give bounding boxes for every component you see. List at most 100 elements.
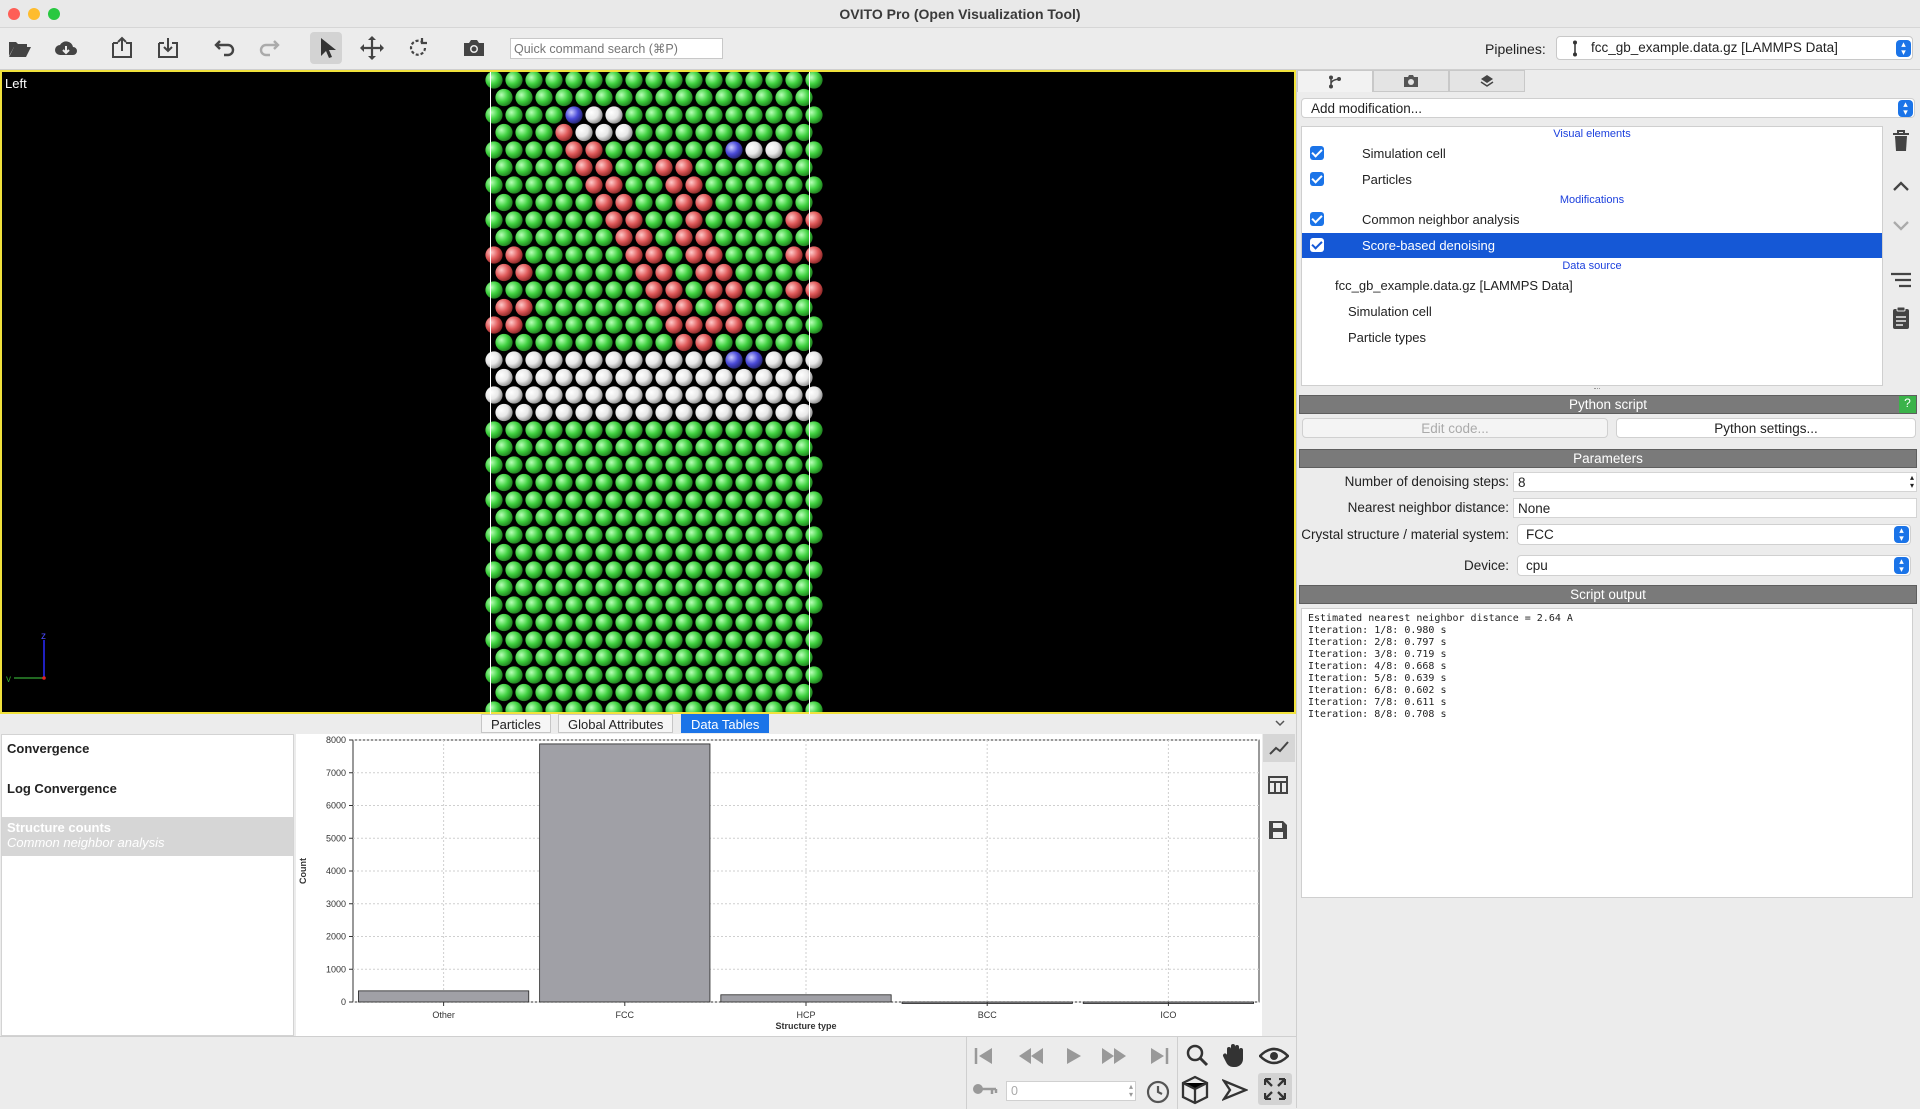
add-modification-label: Add modification... (1311, 101, 1423, 116)
y-tick-label: 4000 (326, 866, 346, 876)
x-tick-label: BCC (978, 1010, 998, 1020)
chevron-updown-icon: ▴ ▾ (1894, 526, 1909, 543)
add-modification-dropdown[interactable]: Add modification... ▴ ▾ (1301, 98, 1915, 118)
x-tick-label: FCC (616, 1010, 635, 1020)
open-file-button[interactable] (4, 32, 36, 64)
pipeline-item-common-neighbor-analysis[interactable]: Common neighbor analysis (1302, 207, 1882, 232)
import-file-button[interactable] (152, 32, 184, 64)
render-button[interactable] (458, 32, 490, 64)
import-icon (158, 38, 178, 58)
y-tick-label: 3000 (326, 899, 346, 909)
save-table-button[interactable] (1268, 820, 1288, 843)
y-tick-label: 7000 (326, 768, 346, 778)
enable-checkbox[interactable] (1310, 238, 1324, 252)
tab-global-attributes[interactable]: Global Attributes (558, 714, 674, 733)
pipeline-item-particles-visual[interactable]: Particles (1302, 167, 1882, 192)
table-view-button[interactable] (1268, 776, 1288, 797)
delete-button[interactable] (1885, 130, 1917, 152)
move-icon (360, 36, 384, 60)
denoising-steps-input[interactable]: 8 ▴ ▾ (1513, 472, 1917, 492)
category-data-source: Data source (1562, 260, 1622, 272)
next-frame-icon[interactable] (1101, 1046, 1127, 1066)
view-type-cube-icon[interactable] (1181, 1075, 1209, 1105)
python-settings-button[interactable]: Python settings... (1616, 418, 1916, 438)
pick-orbit-center-icon[interactable] (1222, 1078, 1248, 1102)
title-bar: OVITO Pro (Open Visualization Tool) (0, 0, 1920, 28)
redo-icon (259, 40, 280, 57)
clipboard-icon (1893, 306, 1909, 329)
clipboard-button[interactable] (1885, 306, 1917, 330)
maximize-icon (1264, 1078, 1286, 1100)
zoom-icon[interactable] (1185, 1043, 1209, 1067)
script-output-header: Script output (1299, 585, 1917, 604)
plot-view-button[interactable] (1263, 734, 1295, 762)
spinner-arrows-icon[interactable]: ▴ ▾ (1910, 474, 1914, 490)
jump-to-start-icon[interactable] (973, 1046, 995, 1066)
move-down-button[interactable] (1885, 220, 1917, 232)
undo-button[interactable] (208, 32, 240, 64)
jump-to-end-icon[interactable] (1148, 1046, 1170, 1066)
pan-hand-icon[interactable] (1222, 1042, 1246, 1068)
visibility-checkbox[interactable] (1310, 146, 1324, 160)
edit-code-button[interactable]: Edit code... (1302, 418, 1608, 438)
bar (539, 743, 711, 1003)
bar (358, 990, 530, 1003)
pipeline-item-data-source[interactable]: fcc_gb_example.data.gz [LAMMPS Data] (1302, 273, 1882, 298)
log-line: Iteration: 1/8: 0.980 s (1308, 625, 1447, 636)
tab-data-tables[interactable]: Data Tables (681, 714, 770, 733)
quick-command-search-input[interactable] (510, 38, 723, 59)
camera-icon (464, 40, 484, 56)
save-icon (1269, 821, 1287, 839)
pipeline-menu-button[interactable] (1885, 272, 1917, 288)
crystal-structure-select[interactable]: FCC ▴ ▾ (1517, 524, 1911, 545)
cloud-download-icon (55, 41, 77, 55)
clock-icon[interactable] (1146, 1080, 1170, 1104)
pipeline-item-particle-types[interactable]: Particle types (1302, 325, 1882, 350)
chevron-updown-icon: ▴ ▾ (1894, 557, 1909, 574)
selection-mode-button[interactable] (310, 32, 342, 64)
redo-button[interactable] (254, 32, 286, 64)
pipeline-selector[interactable]: fcc_gb_example.data.gz [LAMMPS Data] ▴ ▾ (1556, 36, 1913, 60)
move-mode-button[interactable] (356, 32, 388, 64)
frame-spinner[interactable]: 0 ▴ ▾ (1006, 1081, 1136, 1101)
y-tick-label: 1000 (326, 964, 346, 974)
pipeline-branch-icon (1329, 75, 1341, 88)
pipeline-item-simulation-cell-visual[interactable]: Simulation cell (1302, 141, 1882, 166)
visibility-checkbox[interactable] (1310, 172, 1324, 186)
key-icon[interactable] (972, 1082, 998, 1096)
nearest-neighbor-input[interactable]: None (1513, 498, 1917, 518)
crystal-structure-label: Crystal structure / material system: (1301, 527, 1509, 542)
chevron-updown-icon: ▴ ▾ (1898, 100, 1913, 117)
tab-particles[interactable]: Particles (481, 714, 551, 733)
pipeline-item-score-based-denoising[interactable]: Score-based denoising (1302, 233, 1882, 258)
chevron-down-icon[interactable] (1275, 719, 1285, 727)
pipeline-item-source-simulation-cell[interactable]: Simulation cell (1302, 299, 1882, 324)
table-item-convergence[interactable]: Convergence (2, 737, 293, 760)
device-select[interactable]: cpu ▴ ▾ (1517, 555, 1911, 576)
move-up-button[interactable] (1885, 180, 1917, 192)
play-icon[interactable] (1064, 1046, 1084, 1066)
tab-pipeline[interactable] (1297, 70, 1373, 92)
maximize-viewport-button[interactable] (1258, 1073, 1292, 1105)
table-item-structure-counts[interactable]: Structure counts Common neighbor analysi… (2, 817, 293, 856)
spinner-arrows-icon[interactable]: ▴ ▾ (1129, 1083, 1133, 1099)
splitter-handle[interactable] (1594, 388, 1600, 391)
script-output-log[interactable]: Estimated nearest neighbor distance = 2.… (1301, 608, 1913, 898)
viewport-left[interactable]: Left z y (0, 70, 1296, 714)
axis-y-label: y (6, 674, 11, 682)
previous-frame-icon[interactable] (1018, 1046, 1044, 1066)
export-file-button[interactable] (106, 32, 138, 64)
rotate-mode-button[interactable] (402, 32, 434, 64)
tab-overlays[interactable] (1449, 70, 1525, 92)
rotate-icon (409, 38, 427, 56)
table-item-log-convergence[interactable]: Log Convergence (2, 777, 293, 800)
help-button[interactable]: ? (1899, 396, 1916, 413)
trash-icon (1893, 130, 1909, 151)
load-remote-button[interactable] (50, 32, 82, 64)
orbit-eye-icon[interactable] (1259, 1047, 1289, 1065)
device-value: cpu (1526, 558, 1548, 573)
table-icon (1268, 776, 1288, 794)
tab-render[interactable] (1373, 70, 1449, 92)
enable-checkbox[interactable] (1310, 212, 1324, 226)
pipeline-item-label: fcc_gb_example.data.gz [LAMMPS Data] (1335, 278, 1573, 293)
